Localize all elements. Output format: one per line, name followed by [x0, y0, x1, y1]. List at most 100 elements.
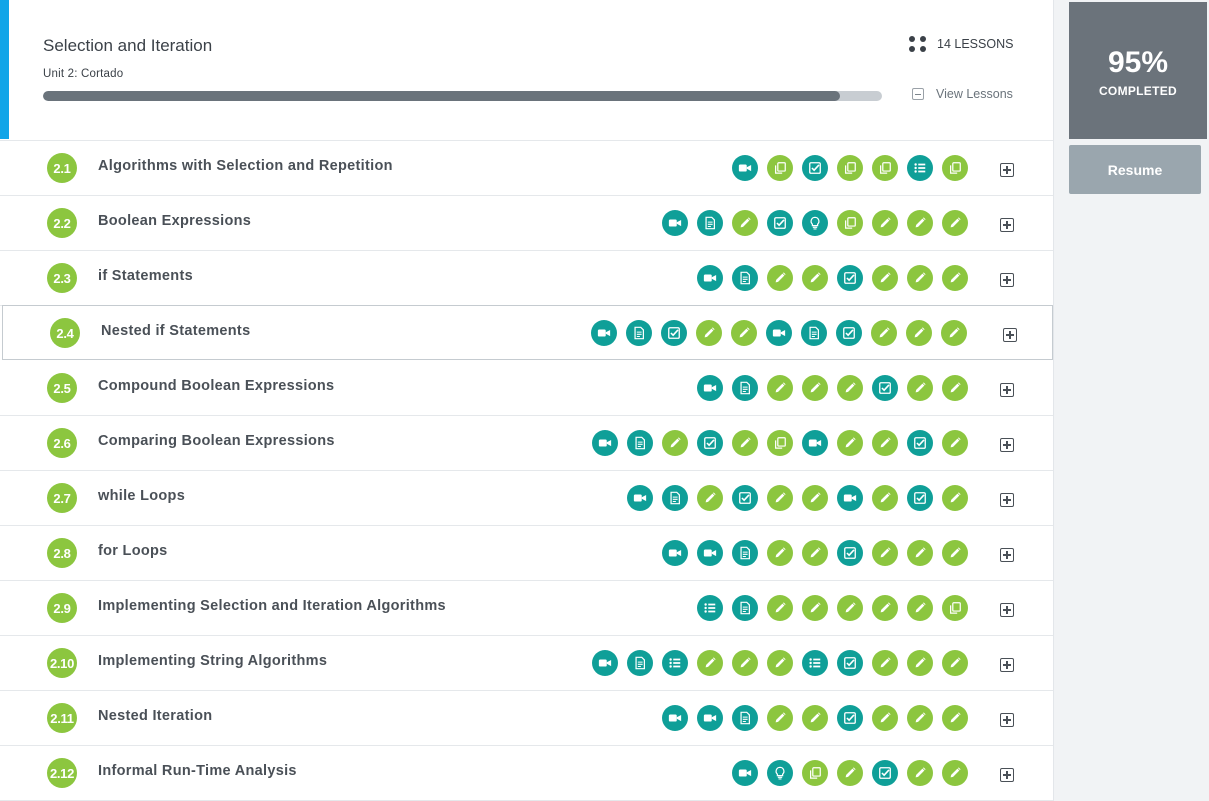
check-icon[interactable] — [661, 320, 687, 346]
expand-icon[interactable] — [1000, 658, 1014, 672]
copy-icon[interactable] — [802, 760, 828, 786]
copy-icon[interactable] — [942, 595, 968, 621]
lesson-row[interactable]: 2.1 Algorithms with Selection and Repetit… — [0, 141, 1053, 196]
pencil-icon[interactable] — [802, 375, 828, 401]
lesson-row[interactable]: 2.10 Implementing String Algorithms — [0, 636, 1053, 691]
lesson-row[interactable]: 2.4 Nested if Statements — [2, 305, 1053, 360]
bulb-icon[interactable] — [802, 210, 828, 236]
expand-icon[interactable] — [1000, 548, 1014, 562]
pencil-icon[interactable] — [697, 650, 723, 676]
resume-button[interactable]: Resume — [1069, 145, 1201, 194]
pencil-icon[interactable] — [941, 320, 967, 346]
pencil-icon[interactable] — [872, 265, 898, 291]
video-icon[interactable] — [766, 320, 792, 346]
pencil-icon[interactable] — [767, 265, 793, 291]
video-icon[interactable] — [697, 265, 723, 291]
pencil-icon[interactable] — [837, 760, 863, 786]
document-icon[interactable] — [697, 210, 723, 236]
pencil-icon[interactable] — [907, 760, 933, 786]
expand-icon[interactable] — [1000, 163, 1014, 177]
expand-icon[interactable] — [1000, 383, 1014, 397]
pencil-icon[interactable] — [872, 540, 898, 566]
pencil-icon[interactable] — [802, 595, 828, 621]
check-icon[interactable] — [872, 375, 898, 401]
pencil-icon[interactable] — [662, 430, 688, 456]
pencil-icon[interactable] — [767, 375, 793, 401]
document-icon[interactable] — [732, 595, 758, 621]
pencil-icon[interactable] — [906, 320, 932, 346]
check-icon[interactable] — [872, 760, 898, 786]
copy-icon[interactable] — [942, 155, 968, 181]
lesson-row[interactable]: 2.3 if Statements — [0, 251, 1053, 306]
pencil-icon[interactable] — [872, 650, 898, 676]
copy-icon[interactable] — [837, 210, 863, 236]
check-icon[interactable] — [697, 430, 723, 456]
expand-icon[interactable] — [1000, 493, 1014, 507]
lesson-row[interactable]: 2.6 Comparing Boolean Expressions — [0, 416, 1053, 471]
pencil-icon[interactable] — [907, 210, 933, 236]
pencil-icon[interactable] — [907, 265, 933, 291]
copy-icon[interactable] — [872, 155, 898, 181]
pencil-icon[interactable] — [767, 485, 793, 511]
check-icon[interactable] — [837, 265, 863, 291]
pencil-icon[interactable] — [872, 210, 898, 236]
check-icon[interactable] — [836, 320, 862, 346]
pencil-icon[interactable] — [907, 595, 933, 621]
video-icon[interactable] — [592, 650, 618, 676]
copy-icon[interactable] — [767, 430, 793, 456]
copy-icon[interactable] — [767, 155, 793, 181]
lesson-row[interactable]: 2.5 Compound Boolean Expressions — [0, 361, 1053, 416]
pencil-icon[interactable] — [767, 540, 793, 566]
pencil-icon[interactable] — [907, 540, 933, 566]
pencil-icon[interactable] — [767, 650, 793, 676]
lesson-row[interactable]: 2.12 Informal Run-Time Analysis — [0, 746, 1053, 801]
document-icon[interactable] — [732, 540, 758, 566]
pencil-icon[interactable] — [907, 650, 933, 676]
pencil-icon[interactable] — [872, 705, 898, 731]
pencil-icon[interactable] — [837, 375, 863, 401]
pencil-icon[interactable] — [697, 485, 723, 511]
document-icon[interactable] — [627, 430, 653, 456]
lesson-row[interactable]: 2.7 while Loops — [0, 471, 1053, 526]
video-icon[interactable] — [662, 210, 688, 236]
document-icon[interactable] — [732, 265, 758, 291]
document-icon[interactable] — [626, 320, 652, 346]
document-icon[interactable] — [732, 705, 758, 731]
pencil-icon[interactable] — [767, 595, 793, 621]
lesson-row[interactable]: 2.8 for Loops — [0, 526, 1053, 581]
expand-icon[interactable] — [1003, 328, 1017, 342]
document-icon[interactable] — [627, 650, 653, 676]
check-icon[interactable] — [767, 210, 793, 236]
pencil-icon[interactable] — [732, 650, 758, 676]
video-icon[interactable] — [732, 760, 758, 786]
lesson-row[interactable]: 2.2 Boolean Expressions — [0, 196, 1053, 251]
pencil-icon[interactable] — [942, 375, 968, 401]
pencil-icon[interactable] — [942, 430, 968, 456]
check-icon[interactable] — [837, 705, 863, 731]
video-icon[interactable] — [802, 430, 828, 456]
expand-icon[interactable] — [1000, 603, 1014, 617]
pencil-icon[interactable] — [907, 375, 933, 401]
video-icon[interactable] — [591, 320, 617, 346]
check-icon[interactable] — [837, 650, 863, 676]
check-icon[interactable] — [907, 485, 933, 511]
document-icon[interactable] — [732, 375, 758, 401]
pencil-icon[interactable] — [802, 540, 828, 566]
pencil-icon[interactable] — [802, 705, 828, 731]
bulb-icon[interactable] — [767, 760, 793, 786]
pencil-icon[interactable] — [907, 705, 933, 731]
lesson-row[interactable]: 2.9 Implementing Selection and Iteration … — [0, 581, 1053, 636]
pencil-icon[interactable] — [732, 430, 758, 456]
expand-icon[interactable] — [1000, 713, 1014, 727]
pencil-icon[interactable] — [942, 760, 968, 786]
video-icon[interactable] — [662, 540, 688, 566]
expand-icon[interactable] — [1000, 218, 1014, 232]
video-icon[interactable] — [697, 540, 723, 566]
check-icon[interactable] — [732, 485, 758, 511]
video-icon[interactable] — [732, 155, 758, 181]
video-icon[interactable] — [697, 375, 723, 401]
copy-icon[interactable] — [837, 155, 863, 181]
pencil-icon[interactable] — [732, 210, 758, 236]
pencil-icon[interactable] — [731, 320, 757, 346]
pencil-icon[interactable] — [871, 320, 897, 346]
